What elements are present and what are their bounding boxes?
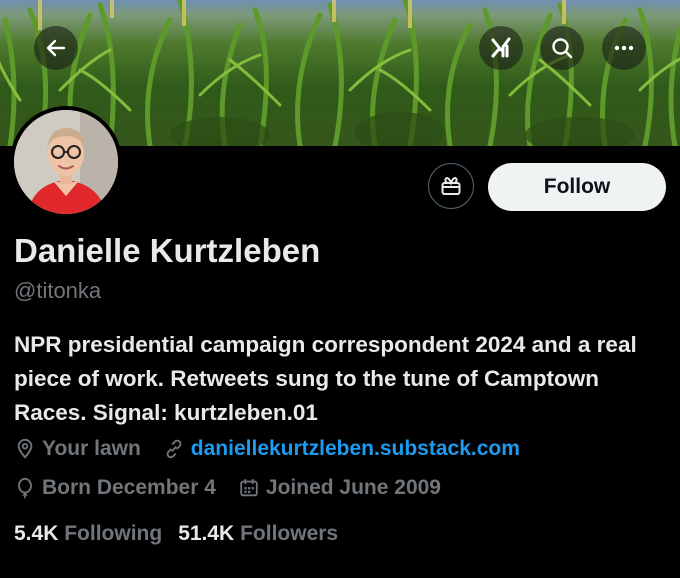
avatar-image — [14, 110, 118, 214]
back-button[interactable] — [34, 26, 78, 70]
born-text: Born December 4 — [42, 476, 216, 499]
followers-count: 51.4K — [178, 522, 235, 545]
follow-button[interactable]: Follow — [488, 163, 666, 211]
location-item: Your lawn — [14, 437, 141, 461]
following-stat[interactable]: 5.4K Following — [14, 522, 162, 546]
website-link[interactable]: daniellekurtzleben.substack.com — [191, 437, 520, 461]
calendar-icon — [240, 478, 258, 497]
followers-stat[interactable]: 51.4K Followers — [178, 522, 338, 546]
born-item: Born December 4 — [14, 476, 216, 500]
tip-button[interactable] — [428, 163, 474, 209]
gift-icon — [441, 176, 461, 195]
search-icon — [552, 38, 573, 59]
joined-item: Joined June 2009 — [238, 476, 441, 500]
more-button[interactable] — [602, 26, 646, 70]
balloon-icon — [18, 477, 32, 499]
profile-name: Danielle Kurtzleben — [14, 232, 321, 269]
website-item[interactable]: daniellekurtzleben.substack.com — [163, 437, 520, 461]
more-icon — [614, 45, 634, 51]
profile-bio: NPR presidential campaign correspondent … — [14, 332, 637, 425]
search-button[interactable] — [540, 26, 584, 70]
location-pin-icon — [17, 438, 33, 459]
profile-meta-row: Born December 4 Joined June 2009 — [14, 476, 463, 500]
grok-icon — [491, 37, 511, 58]
location-text: Your lawn — [42, 437, 141, 460]
link-icon — [166, 439, 182, 459]
arrow-left-icon — [46, 39, 66, 57]
avatar[interactable] — [10, 106, 122, 218]
followers-label: Followers — [240, 522, 339, 545]
profile-handle: @titonka — [14, 278, 102, 303]
profile-meta-row: Your lawn daniellekurtzleben.substack.co… — [14, 437, 542, 461]
following-label: Following — [64, 522, 163, 545]
joined-text: Joined June 2009 — [265, 476, 441, 499]
following-count: 5.4K — [14, 522, 59, 545]
profile-stats: 5.4K Following 51.4K Followers — [14, 522, 354, 546]
grok-button[interactable] — [479, 26, 523, 70]
